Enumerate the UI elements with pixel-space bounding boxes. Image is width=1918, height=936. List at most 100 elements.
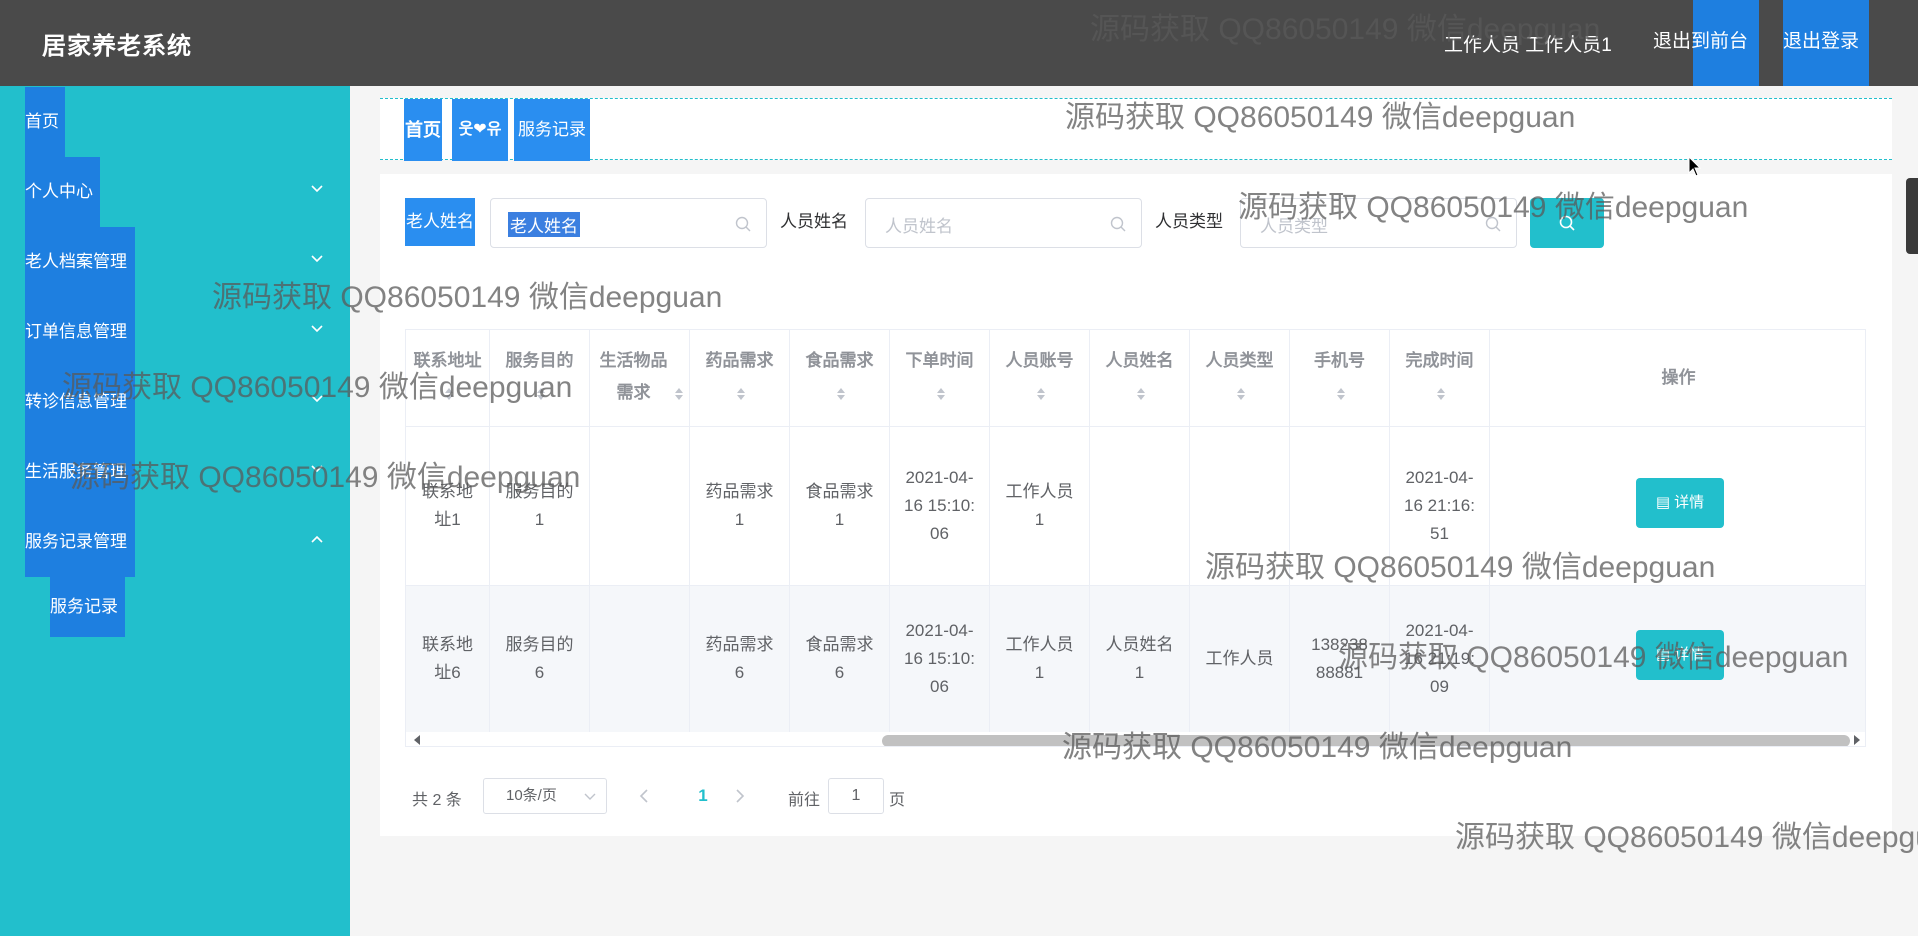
column-header-label: 食品需求 [805, 351, 874, 370]
search-icon [735, 216, 751, 232]
sort-icon[interactable] [736, 387, 746, 401]
cell-order-time: 2021-04-16 15:10:06 [890, 586, 990, 732]
cell-text: 2021-04-16 15:10:06 [904, 468, 975, 543]
sidebar-item-personal-center[interactable]: 个人中心 [25, 157, 100, 227]
sort-icon[interactable] [1036, 387, 1046, 401]
sort-icon[interactable] [836, 387, 846, 401]
cell-goods [590, 427, 690, 585]
column-header[interactable]: 手机号 [1290, 330, 1390, 426]
breadcrumb: 首页 웃❤유 服务记录 [380, 98, 1892, 161]
cell-type [1190, 427, 1290, 585]
column-header[interactable]: 服务目的 [490, 330, 590, 426]
cell-text: 服务目的1 [505, 482, 574, 529]
logout-button[interactable]: 退出登录 [1783, 0, 1869, 86]
column-header[interactable]: 人员类型 [1190, 330, 1290, 426]
search-button[interactable] [1530, 198, 1604, 248]
column-header-label: 生活物品需求 [599, 351, 668, 402]
prev-page-icon[interactable] [638, 788, 650, 804]
detail-button[interactable]: ▤ 详情 [1636, 478, 1724, 528]
cell-account: 工作人员1 [990, 427, 1090, 585]
scrollbar-thumb[interactable] [882, 735, 1850, 746]
chevron-up-icon[interactable] [310, 532, 324, 546]
cell-text: 工作人员1 [1005, 482, 1074, 529]
scroll-left-icon[interactable] [412, 734, 422, 746]
document-icon: ▤ [1655, 494, 1675, 511]
column-header[interactable]: 完成时间 [1390, 330, 1490, 426]
goto-page-input[interactable]: 1 [828, 778, 884, 814]
detail-button-label: 详情 [1674, 494, 1705, 511]
breadcrumb-current: 服务记录 [514, 99, 590, 161]
goto-suffix: 页 [889, 792, 906, 809]
elder-name-placeholder: 老人姓名 [508, 212, 580, 237]
logout-label: 退出登录 [1783, 31, 1860, 52]
column-header-label: 药品需求 [705, 351, 774, 370]
cell-text: 药品需求6 [705, 635, 774, 682]
sidebar-item-life-service[interactable]: 生活服务管理 [25, 437, 135, 507]
breadcrumb-home[interactable]: 首页 [404, 99, 442, 161]
chevron-down-icon[interactable] [310, 182, 324, 196]
sort-icon[interactable] [1436, 387, 1446, 401]
column-header[interactable]: 人员账号 [990, 330, 1090, 426]
column-header-label: 联系地址 [413, 351, 482, 370]
cell-purpose: 服务目的6 [490, 586, 590, 732]
detail-button[interactable]: ▤ 详情 [1636, 630, 1724, 680]
sort-icon[interactable] [1336, 387, 1346, 401]
chevron-down-icon[interactable] [310, 392, 324, 406]
sidebar-item-referral-info[interactable]: 转诊信息管理 [25, 367, 135, 437]
elder-name-input[interactable]: 老人姓名 [490, 198, 767, 248]
page-size-select[interactable]: 10条/页 [483, 778, 607, 814]
sort-icon[interactable] [1236, 387, 1246, 401]
sort-icon[interactable] [1136, 387, 1146, 401]
cell-name: 人员姓名1 [1090, 586, 1190, 732]
staff-name-input[interactable]: 人员姓名 [865, 198, 1142, 248]
sort-icon[interactable] [674, 387, 684, 401]
cell-text: 人员姓名1 [1105, 635, 1174, 682]
column-header[interactable]: 生活物品需求 [590, 330, 690, 426]
cell-order-time: 2021-04-16 15:10:06 [890, 427, 990, 585]
column-header[interactable]: 联系地址 [406, 330, 490, 426]
cell-phone [1290, 427, 1390, 585]
sort-icon[interactable] [444, 387, 454, 401]
sidebar-subitem-service-record[interactable]: 服务记录 [50, 577, 125, 637]
side-panel-handle[interactable] [1906, 178, 1918, 254]
sidebar-item-elder-archive[interactable]: 老人档案管理 [25, 227, 135, 297]
cell-medicine: 药品需求6 [690, 586, 790, 732]
sidebar-item-service-record-mgmt[interactable]: 服务记录管理 [25, 507, 135, 577]
column-header[interactable]: 人员姓名 [1090, 330, 1190, 426]
column-header[interactable]: 下单时间 [890, 330, 990, 426]
staff-type-label: 人员类型 [1155, 212, 1223, 231]
staff-name-label: 人员姓名 [780, 212, 848, 231]
chevron-down-icon [584, 793, 596, 800]
main-panel: 老人姓名 老人姓名 人员姓名 人员姓名 人员类型 人员类型 联系地址 服务目的 … [380, 174, 1892, 836]
sort-icon[interactable] [936, 387, 946, 401]
scroll-right-icon[interactable] [1852, 734, 1862, 746]
column-header-label: 人员账号 [1005, 351, 1074, 370]
staff-name-placeholder: 人员姓名 [885, 217, 953, 236]
next-page-icon[interactable] [734, 788, 746, 804]
cell-food: 食品需求6 [790, 586, 890, 732]
chevron-down-icon[interactable] [310, 252, 324, 266]
sidebar-item-home[interactable]: 首页 [25, 87, 65, 157]
elder-name-label: 老人姓名 [405, 198, 475, 246]
sidebar: 首页 个人中心 老人档案管理 订单信息管理 转诊信息管理 生活服务管理 服务记录… [0, 86, 350, 936]
page-number-current[interactable]: 1 [688, 778, 718, 814]
search-icon [1559, 215, 1575, 231]
document-icon: ▤ [1655, 646, 1675, 663]
exit-to-frontend-button[interactable]: 退出到前台 [1653, 0, 1759, 86]
column-header-label: 人员类型 [1205, 351, 1274, 370]
sidebar-item-order-info[interactable]: 订单信息管理 [25, 297, 135, 367]
sort-icon[interactable] [536, 387, 546, 401]
column-header[interactable]: 药品需求 [690, 330, 790, 426]
column-header[interactable]: 食品需求 [790, 330, 890, 426]
search-icon [1485, 216, 1501, 232]
page-size-value: 10条/页 [506, 787, 557, 804]
goto-prefix: 前往 [788, 792, 821, 809]
chevron-down-icon[interactable] [310, 322, 324, 336]
chevron-down-icon[interactable] [310, 462, 324, 476]
app-title: 居家养老系统 [42, 33, 192, 60]
column-header-label: 下单时间 [905, 351, 974, 370]
column-header-actions: 操作 [1661, 368, 1696, 387]
mouse-cursor-icon [1688, 156, 1702, 177]
cell-text: 食品需求1 [805, 482, 874, 529]
staff-type-input[interactable]: 人员类型 [1240, 198, 1517, 248]
